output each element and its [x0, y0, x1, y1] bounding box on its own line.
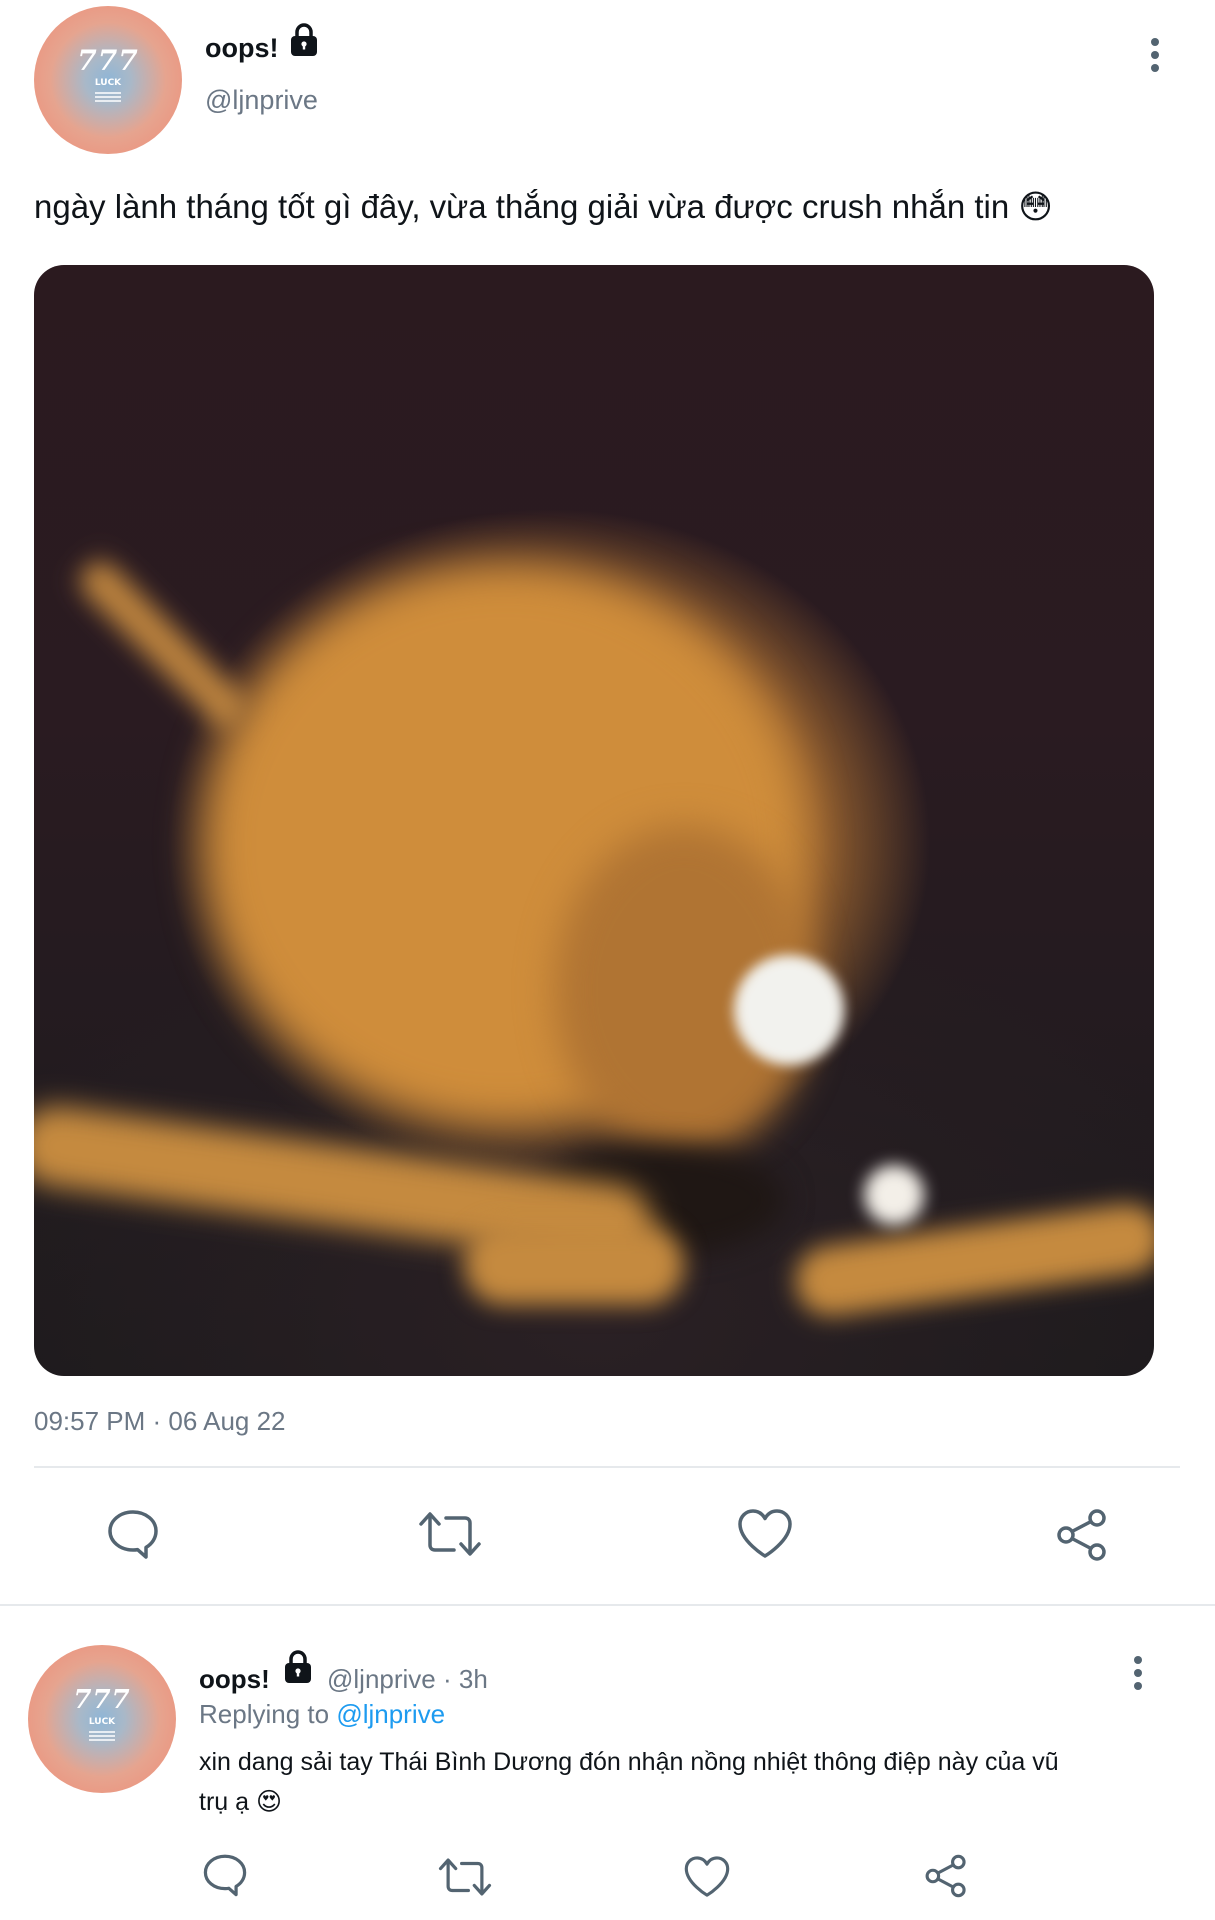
- reply-more-options-icon[interactable]: [1132, 1656, 1144, 1695]
- tweet-text: ngày lành tháng tốt gì đây, vừa thắng gi…: [34, 186, 1053, 228]
- image-eye: [734, 955, 844, 1065]
- reply-text: xin dang sải tay Thái Bình Dương đón nhậ…: [199, 1742, 1179, 1822]
- retweet-icon[interactable]: [438, 1854, 492, 1900]
- avatar-title: 777: [73, 1685, 131, 1715]
- divider: [34, 1466, 1180, 1468]
- reply-time: · 3h: [443, 1664, 488, 1694]
- avatar-subtitle: LUCK: [88, 1717, 116, 1727]
- tweet-timestamp[interactable]: 09:57 PM · 06 Aug 22: [34, 1406, 286, 1437]
- share-icon[interactable]: [1054, 1507, 1110, 1563]
- reply-avatar[interactable]: 777 LUCK: [28, 1645, 176, 1793]
- retweet-icon[interactable]: [418, 1507, 482, 1561]
- reply-icon[interactable]: [202, 1852, 248, 1898]
- replying-to-mention[interactable]: @ljnprive: [336, 1699, 445, 1729]
- like-icon[interactable]: [736, 1507, 794, 1561]
- heart-eyes-emoji: 😍: [255, 1788, 283, 1816]
- lock-icon: [286, 22, 322, 63]
- image-nose: [864, 1165, 924, 1225]
- image-leg-right: [790, 1199, 1154, 1321]
- reply-text-line1: xin dang sải tay Thái Bình Dương đón nhậ…: [199, 1748, 1059, 1776]
- tweet-text-body: ngày lành tháng tốt gì đây, vừa thắng gi…: [34, 188, 1010, 225]
- avatar-decoration: [95, 92, 121, 104]
- avatar-title: 777: [77, 44, 139, 77]
- replying-to-label: Replying to: [199, 1699, 330, 1729]
- flushed-face-emoji: 😳: [1018, 188, 1053, 225]
- avatar[interactable]: 777 LUCK: [34, 6, 182, 154]
- avatar-decoration: [89, 1731, 115, 1743]
- image-tail: [72, 553, 256, 737]
- image-leg-bottom: [464, 1225, 684, 1305]
- reply-text-line2: trụ ạ 😍: [199, 1788, 283, 1816]
- reply-icon[interactable]: [106, 1507, 160, 1561]
- more-options-icon[interactable]: [1149, 38, 1161, 77]
- user-handle[interactable]: @ljnprive: [205, 85, 318, 116]
- lock-icon: [280, 1649, 316, 1690]
- section-divider: [0, 1604, 1215, 1606]
- tweet-image[interactable]: [34, 265, 1154, 1376]
- reply-handle[interactable]: @ljnprive: [327, 1664, 436, 1694]
- like-icon[interactable]: [683, 1854, 731, 1900]
- display-name[interactable]: oops!: [205, 33, 279, 64]
- reply-display-name[interactable]: oops!: [199, 1664, 270, 1695]
- reply-handle-time[interactable]: @ljnprive · 3h: [327, 1664, 488, 1695]
- avatar-subtitle: LUCK: [94, 78, 122, 88]
- share-icon[interactable]: [923, 1853, 969, 1899]
- replying-to: Replying to @ljnprive: [199, 1699, 445, 1730]
